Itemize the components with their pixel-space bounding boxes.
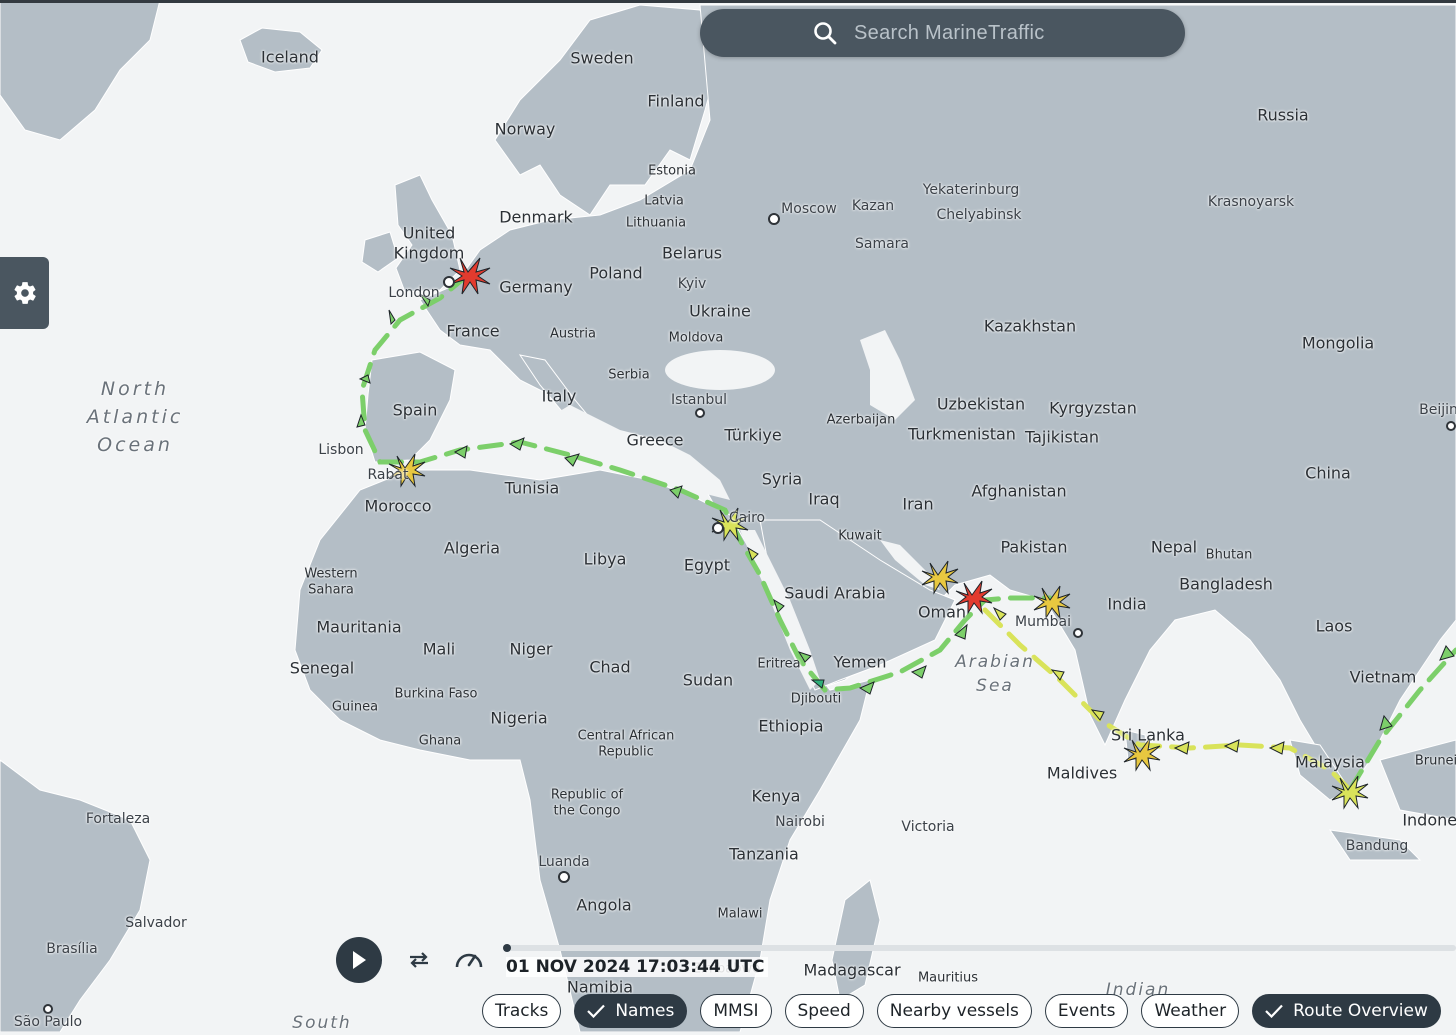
filter-chip-speed[interactable]: Speed — [784, 994, 864, 1028]
search-icon — [814, 22, 837, 45]
play-button[interactable] — [336, 937, 382, 983]
filter-chip-label: Names — [615, 1001, 675, 1021]
search-placeholder: Search MarineTraffic — [854, 21, 1045, 44]
search-bar[interactable]: Search MarineTraffic — [700, 9, 1185, 57]
filter-chip-bar: Tracks Names MMSI Speed Nearby vessels Events… — [482, 994, 1441, 1030]
filter-chip-label: Speed — [797, 1001, 851, 1021]
filter-chip-label: Events — [1057, 1001, 1116, 1021]
settings-button[interactable] — [0, 257, 49, 329]
playback-speed-button[interactable] — [452, 941, 486, 975]
swap-icon — [410, 952, 428, 968]
playback-timeline: 01 NOV 2024 17:03:44 UTC — [330, 935, 1456, 985]
filter-chip-label: MMSI — [713, 1001, 759, 1021]
top-edge-bar — [0, 0, 1456, 3]
filter-chip-label: Nearby vessels — [889, 1001, 1019, 1021]
speedometer-icon — [455, 953, 483, 968]
filter-chip-weather[interactable]: Weather — [1141, 994, 1240, 1028]
play-icon — [353, 951, 366, 969]
filter-chip-label: Route Overview — [1293, 1001, 1428, 1021]
playback-timestamp: 01 NOV 2024 17:03:44 UTC — [506, 957, 769, 977]
filter-chip-label: Weather — [1154, 1001, 1227, 1021]
gear-icon — [14, 282, 36, 304]
filter-chip-mmsi[interactable]: MMSI — [700, 994, 772, 1028]
swap-direction-button[interactable] — [404, 945, 434, 975]
filter-chip-tracks[interactable]: Tracks — [482, 994, 562, 1028]
filter-chip-nearby-vessels[interactable]: Nearby vessels — [876, 994, 1032, 1028]
timeline-knob[interactable] — [503, 944, 511, 952]
world-map[interactable] — [0, 0, 1456, 1032]
check-icon — [587, 1004, 606, 1018]
filter-chip-route-overview[interactable]: Route Overview — [1252, 994, 1441, 1028]
check-icon — [1265, 1004, 1283, 1018]
timeline-scrubber[interactable] — [503, 944, 1456, 952]
filter-chip-events[interactable]: Events — [1044, 994, 1129, 1028]
filter-chip-label: Tracks — [495, 1001, 549, 1021]
filter-chip-names[interactable]: Names — [574, 994, 688, 1028]
